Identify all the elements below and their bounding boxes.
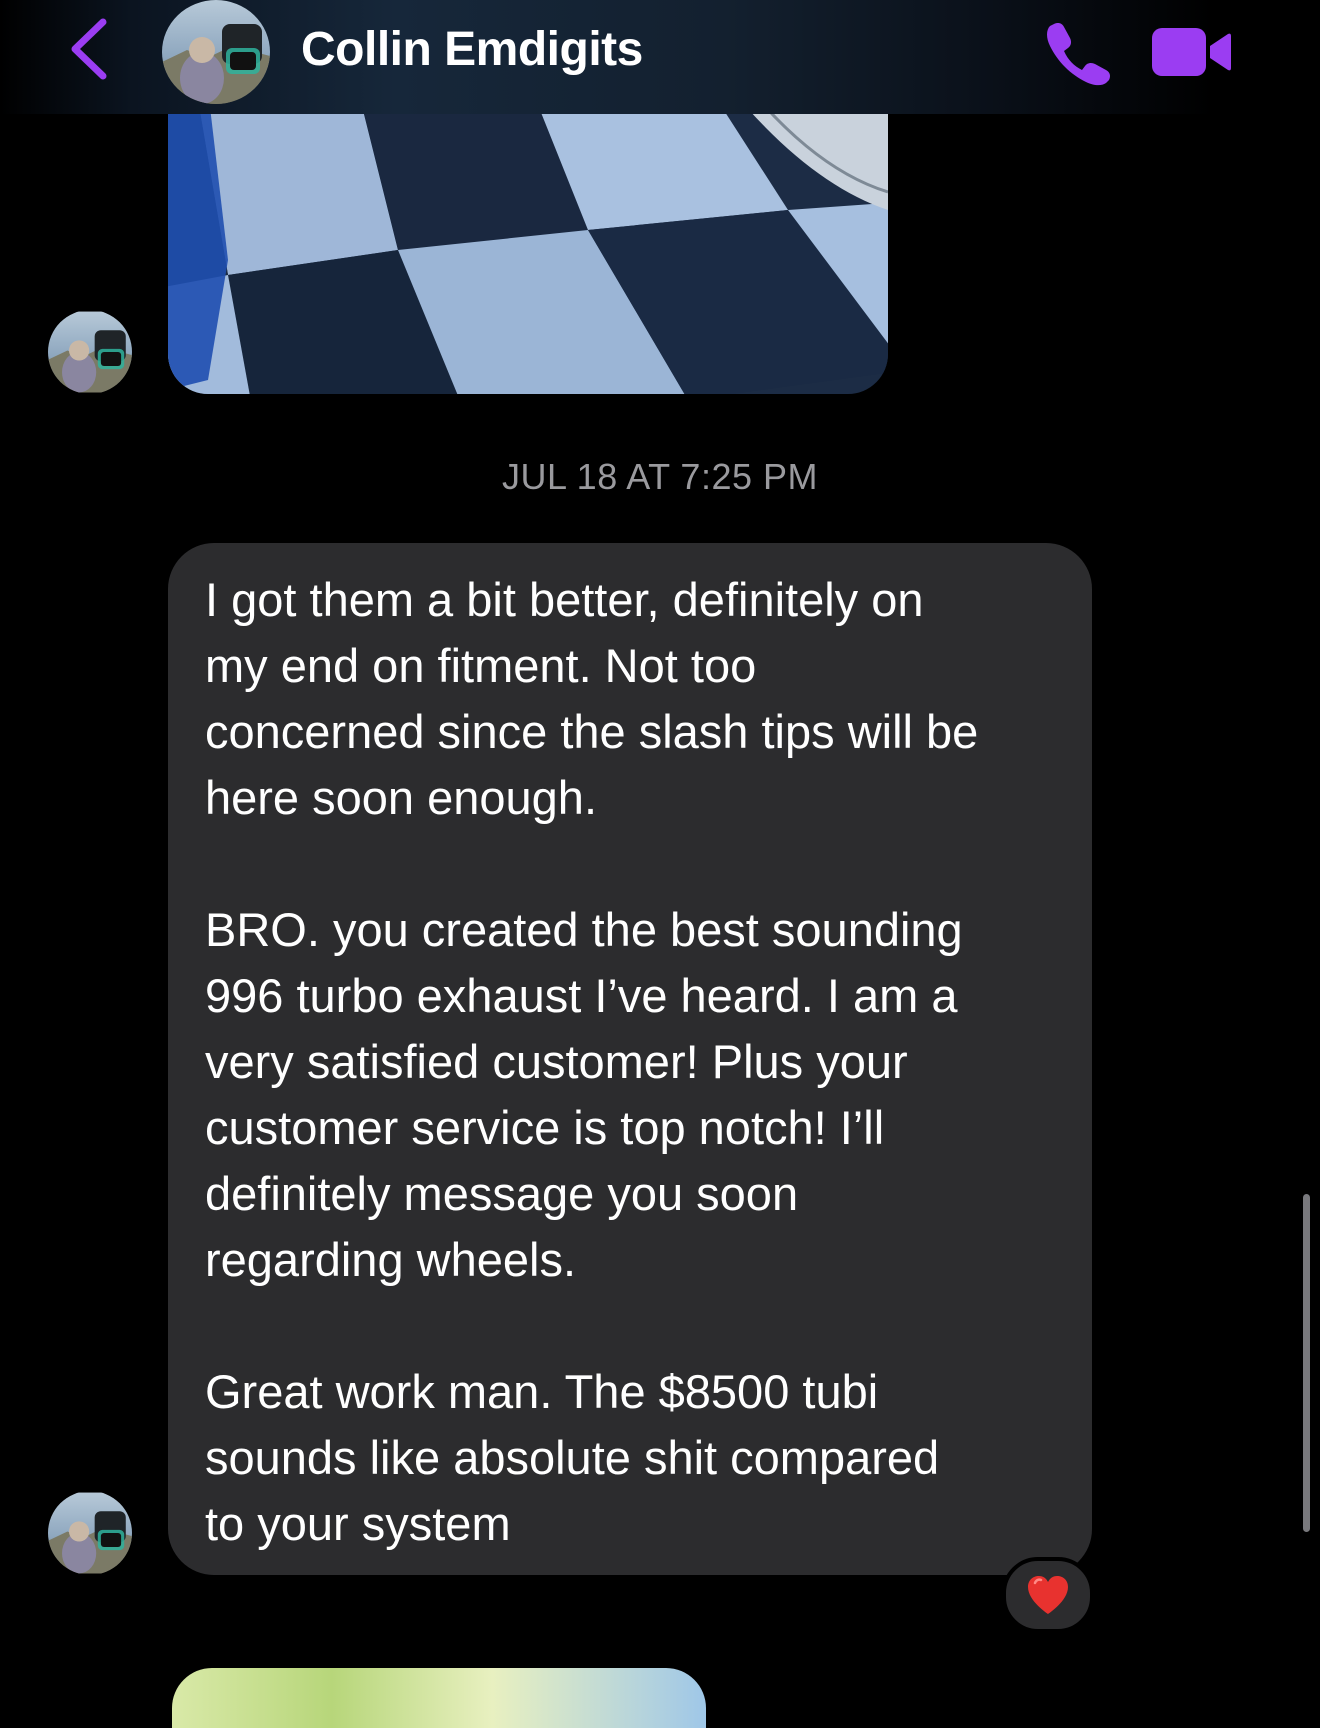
phone-icon xyxy=(1047,23,1110,86)
contact-name[interactable]: Collin Emdigits xyxy=(301,22,643,77)
message-paragraph: BRO. you created the best sounding 996 t… xyxy=(205,903,963,1286)
message-paragraph: I got them a bit better, definitely on m… xyxy=(205,573,979,824)
heart-icon xyxy=(1028,1576,1068,1614)
video-camera-icon xyxy=(1152,28,1231,76)
scrollbar[interactable] xyxy=(1303,1194,1310,1532)
photo-message-next[interactable] xyxy=(172,1668,706,1728)
back-button[interactable] xyxy=(56,12,122,86)
chevron-left-icon xyxy=(71,18,107,80)
sender-avatar[interactable] xyxy=(48,1491,132,1575)
incoming-message-bubble[interactable]: I got them a bit better, definitely on m… xyxy=(168,543,1092,1575)
video-call-button[interactable] xyxy=(1150,24,1232,80)
contact-avatar[interactable] xyxy=(162,0,270,104)
message-paragraph: Great work man. The $8500 tubi sounds li… xyxy=(205,1365,940,1550)
sender-avatar[interactable] xyxy=(48,310,132,394)
message-timestamp: JUL 18 AT 7:25 PM xyxy=(502,456,818,497)
audio-call-button[interactable] xyxy=(1040,18,1114,86)
chat-header: Collin Emdigits xyxy=(0,0,1320,114)
heart-reaction[interactable] xyxy=(1002,1557,1094,1633)
